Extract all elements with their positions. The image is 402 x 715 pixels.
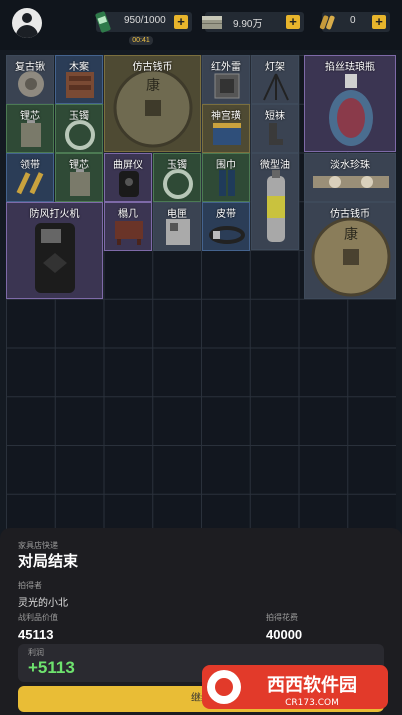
energy-value: 950/1000 — [124, 15, 166, 26]
item-electric-box[interactable]: 电匣 — [153, 202, 201, 251]
item-lithium-core-2[interactable]: 锂芯 — [55, 153, 103, 202]
bidder-label: 拍得者 — [18, 581, 42, 590]
item-short-socks[interactable]: 短袜 — [251, 104, 299, 153]
watermark-text: 西西软件园 — [267, 674, 357, 696]
item-antique-coin[interactable]: 仿古钱币 康 — [104, 55, 201, 152]
item-tie[interactable]: 领带 — [6, 153, 54, 202]
bullets-value: 0 — [350, 15, 356, 26]
svg-text:康: 康 — [344, 226, 358, 243]
loot-value-label: 战利品价值 — [18, 613, 58, 622]
energy-drink-icon — [95, 11, 111, 33]
item-wooden-table[interactable]: 木案 — [55, 55, 103, 104]
svg-text:康: 康 — [146, 77, 160, 94]
bullets-resource: 0 + — [319, 12, 390, 32]
item-belt[interactable]: 皮带 — [202, 202, 250, 251]
round-timer: 00:41 — [129, 36, 153, 45]
money-add-button[interactable]: + — [286, 15, 300, 29]
cost-value: 40000 — [266, 627, 303, 642]
energy-resource: 950/1000 + — [95, 11, 192, 33]
bullets-icon — [319, 15, 335, 30]
money-value: 9.90万 — [233, 19, 263, 30]
item-micro-oil[interactable]: 微型油 — [251, 153, 299, 250]
bidder-name: 灵光的小北 — [18, 598, 68, 609]
item-infrared-mine[interactable]: 红外雷 — [202, 55, 250, 104]
item-lamp-stand[interactable]: 灯架 — [251, 55, 299, 104]
loot-value: 45113 — [18, 627, 54, 642]
energy-add-button[interactable]: + — [174, 15, 188, 29]
cost-label: 拍得花费 — [266, 613, 298, 622]
item-jade-bracelet-2[interactable]: 玉镯 — [153, 153, 201, 202]
item-jade-bracelet[interactable]: 玉镯 — [55, 104, 103, 153]
site-watermark: 西西软件园 CR173.COM — [202, 665, 388, 709]
item-antique-coin-2[interactable]: 仿古钱币 康 — [304, 202, 396, 299]
money-stack-icon — [202, 16, 222, 29]
item-lithium-core[interactable]: 锂芯 — [6, 104, 54, 153]
item-curved-screen-device[interactable]: 曲屏仪 — [104, 153, 152, 202]
item-cloisonne-vase[interactable]: 掐丝珐琅瓶 — [304, 55, 396, 152]
item-couch-table[interactable]: 榻几 — [104, 202, 152, 251]
bullets-add-button[interactable]: + — [372, 15, 386, 29]
item-windproof-lighter[interactable]: 防风打火机 — [6, 202, 103, 299]
watermark-url: CR173.COM — [285, 698, 339, 708]
profit-value: +5113 — [28, 658, 75, 677]
player-avatar[interactable] — [12, 8, 42, 38]
top-bar: 950/1000 + 00:41 9.90万 + 0 + — [0, 0, 402, 50]
panel-title: 对局结束 — [18, 553, 79, 570]
item-shrine-box[interactable]: 神宫璜 — [202, 104, 250, 153]
money-resource: 9.90万 + — [202, 12, 304, 32]
item-freshwater-pearl[interactable]: 淡水珍珠 — [304, 153, 396, 202]
item-scarf[interactable]: 围巾 — [202, 153, 250, 202]
profit-label: 利润 — [28, 648, 44, 657]
inventory-grid: 复古锹 木案 仿古钱币 康 红外雷 灯架 掐丝珐琅瓶 锂芯 玉镯 神宫璜 短袜 … — [6, 55, 396, 533]
item-retro-shovel[interactable]: 复古锹 — [6, 55, 54, 104]
